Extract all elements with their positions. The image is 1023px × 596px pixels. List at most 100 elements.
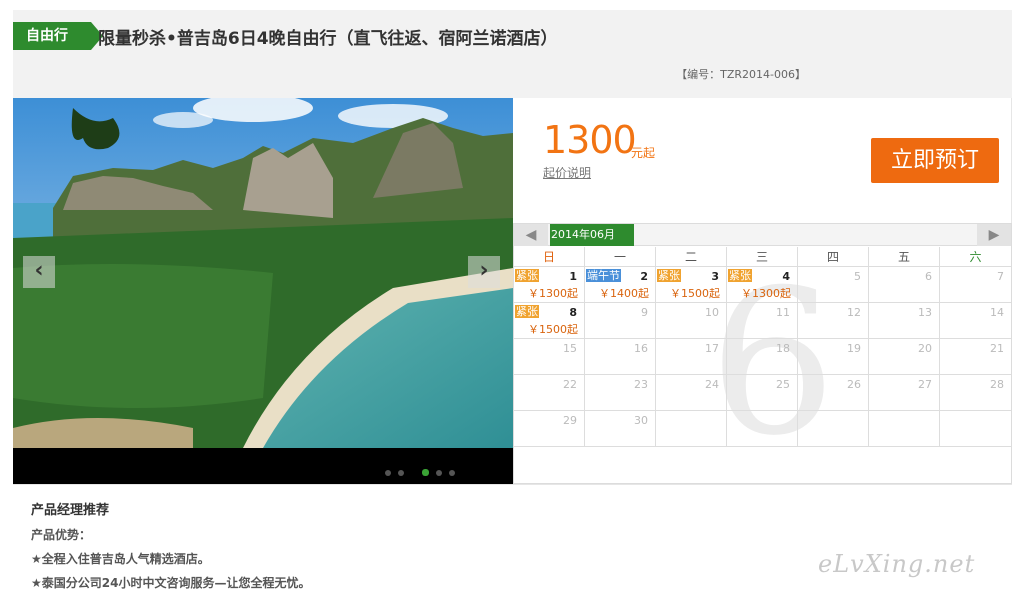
calendar-day[interactable]: 紧张 1 ￥1300起 xyxy=(514,267,585,302)
calendar-day: 22 xyxy=(514,375,585,410)
calendar-day: 19 xyxy=(798,339,869,374)
day-number: 20 xyxy=(918,342,932,355)
slider-dot[interactable] xyxy=(385,469,391,476)
day-price: ￥1300起 xyxy=(528,287,578,300)
calendar-day: 30 xyxy=(585,411,656,446)
calendar-day: 10 xyxy=(656,303,727,338)
calendar-day-empty xyxy=(940,411,1011,446)
next-photo-button[interactable]: › xyxy=(468,256,500,288)
day-number: 30 xyxy=(634,414,648,427)
advantage-item: ★全程入住普吉岛人气精选酒店。 xyxy=(31,552,210,566)
calendar-header: ◀ 2014年06月 ▶ xyxy=(514,224,1011,246)
section-title: 产品经理推荐 xyxy=(31,503,110,518)
slider-dot[interactable] xyxy=(398,469,404,476)
price-unit: 元起 xyxy=(631,146,656,160)
calendar-day: 6 xyxy=(869,267,940,302)
calendar-day: 23 xyxy=(585,375,656,410)
month-label: 2014年06月 xyxy=(550,224,634,246)
price-amount: 1300 xyxy=(543,118,637,162)
day-price: ￥1500起 xyxy=(670,287,720,300)
day-price: ￥1400起 xyxy=(599,287,649,300)
weekday-fri: 五 xyxy=(869,247,940,266)
day-number: 15 xyxy=(563,342,577,355)
day-price: ￥1300起 xyxy=(741,287,791,300)
calendar-grid: 日 一 二 三 四 五 六 紧张 1 ￥1300起 端午节 2 ￥1400起 紧张 3 ￥1… xyxy=(514,247,1011,447)
day-number: 21 xyxy=(990,342,1004,355)
day-price: ￥1500起 xyxy=(528,323,578,336)
calendar-day-empty xyxy=(727,411,798,446)
prev-month-button[interactable]: ◀ xyxy=(514,224,548,246)
calendar-day: 18 xyxy=(727,339,798,374)
status-badge: 紧张 xyxy=(728,269,752,282)
day-number: 11 xyxy=(776,306,790,319)
status-badge: 紧张 xyxy=(657,269,681,282)
day-number: 14 xyxy=(990,306,1004,319)
calendar-day: 14 xyxy=(940,303,1011,338)
day-number: 27 xyxy=(918,378,932,391)
phuket-bay-photo xyxy=(13,98,513,448)
weekday-row: 日 一 二 三 四 五 六 xyxy=(514,247,1011,267)
site-watermark: eLvXing.net xyxy=(818,550,976,578)
calendar-day: 26 xyxy=(798,375,869,410)
prev-photo-button[interactable]: ‹ xyxy=(23,256,55,288)
weekday-thu: 四 xyxy=(798,247,869,266)
next-month-button[interactable]: ▶ xyxy=(977,224,1011,246)
day-number: 29 xyxy=(563,414,577,427)
calendar-week: 29 30 xyxy=(514,411,1011,447)
product-title: 限量秒杀•普吉岛6日4晚自由行（直飞往返、宿阿兰诺酒店） xyxy=(98,29,558,49)
calendar-day: 13 xyxy=(869,303,940,338)
weekday-wed: 三 xyxy=(727,247,798,266)
chevron-left-icon: ‹ xyxy=(34,258,44,283)
calendar-day-empty xyxy=(656,411,727,446)
slider-dots xyxy=(385,462,462,476)
calendar-day: 29 xyxy=(514,411,585,446)
calendar-day[interactable]: 紧张 8 ￥1500起 xyxy=(514,303,585,338)
calendar-day: 12 xyxy=(798,303,869,338)
calendar-day: 7 xyxy=(940,267,1011,302)
day-number: 26 xyxy=(847,378,861,391)
calendar-day: 11 xyxy=(727,303,798,338)
day-number: 12 xyxy=(847,306,861,319)
product-code: 【编号：TZR2014-006】 xyxy=(676,68,806,81)
calendar-day-empty xyxy=(869,411,940,446)
price-panel: 1300 元起 起价说明 立即预订 xyxy=(513,98,1012,223)
day-number: 7 xyxy=(997,270,1004,283)
day-number: 13 xyxy=(918,306,932,319)
page: 自由行 限量秒杀•普吉岛6日4晚自由行（直飞往返、宿阿兰诺酒店） 【编号：TZR… xyxy=(0,0,1023,596)
weekday-sun: 日 xyxy=(514,247,585,266)
status-badge: 紧张 xyxy=(515,305,539,318)
day-number: 28 xyxy=(990,378,1004,391)
photo-slider: ‹ › xyxy=(13,98,513,484)
calendar-day: 16 xyxy=(585,339,656,374)
slider-dot-active[interactable] xyxy=(422,469,429,476)
status-badge: 紧张 xyxy=(515,269,539,282)
product-details: 产品经理推荐 产品优势： ★全程入住普吉岛人气精选酒店。 ★泰国分公司24小时中… xyxy=(13,484,1012,596)
day-number: 8 xyxy=(569,306,577,319)
calendar-day: 24 xyxy=(656,375,727,410)
day-number: 17 xyxy=(705,342,719,355)
day-number: 5 xyxy=(854,270,861,283)
calendar-week: 22 23 24 25 26 27 28 xyxy=(514,375,1011,411)
day-number: 2 xyxy=(640,270,648,283)
advantage-item: ★泰国分公司24小时中文咨询服务—让您全程无忧。 xyxy=(31,576,311,590)
calendar-day: 5 xyxy=(798,267,869,302)
calendar-day: 15 xyxy=(514,339,585,374)
day-number: 3 xyxy=(711,270,719,283)
holiday-badge: 端午节 xyxy=(586,269,621,282)
calendar-day: 20 xyxy=(869,339,940,374)
day-number: 4 xyxy=(782,270,790,283)
book-now-button[interactable]: 立即预订 xyxy=(871,138,999,183)
calendar-day[interactable]: 紧张 3 ￥1500起 xyxy=(656,267,727,302)
category-tag: 自由行 xyxy=(13,22,103,50)
calendar-day: 21 xyxy=(940,339,1011,374)
day-number: 23 xyxy=(634,378,648,391)
calendar-day[interactable]: 端午节 2 ￥1400起 xyxy=(585,267,656,302)
calendar-day[interactable]: 紧张 4 ￥1300起 xyxy=(727,267,798,302)
day-number: 9 xyxy=(641,306,648,319)
arrow-left-icon: ◀ xyxy=(525,227,537,243)
weekday-tue: 二 xyxy=(656,247,727,266)
departure-calendar: 6 ◀ 2014年06月 ▶ 日 一 二 三 四 五 六 紧张 1 ￥1300起 端… xyxy=(513,223,1012,484)
slider-dot[interactable] xyxy=(436,469,442,476)
slider-dot[interactable] xyxy=(449,469,455,476)
price-note-link[interactable]: 起价说明 xyxy=(543,164,591,181)
